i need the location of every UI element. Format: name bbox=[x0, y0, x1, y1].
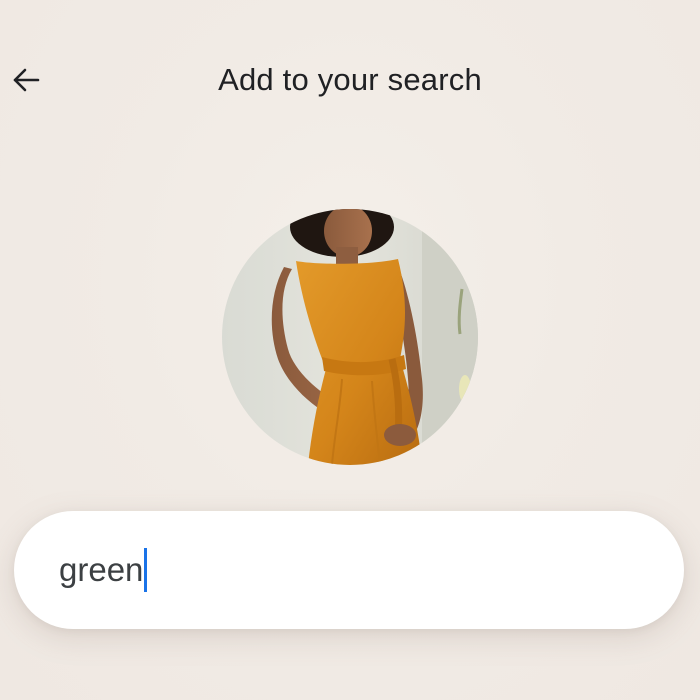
page-title: Add to your search bbox=[218, 62, 482, 97]
top-app-bar: Add to your search bbox=[0, 0, 700, 160]
search-bar[interactable]: green bbox=[14, 511, 684, 629]
product-photo bbox=[222, 209, 478, 465]
text-caret bbox=[144, 548, 148, 592]
search-input[interactable]: green bbox=[59, 551, 143, 589]
selected-image-thumbnail[interactable] bbox=[222, 209, 478, 465]
